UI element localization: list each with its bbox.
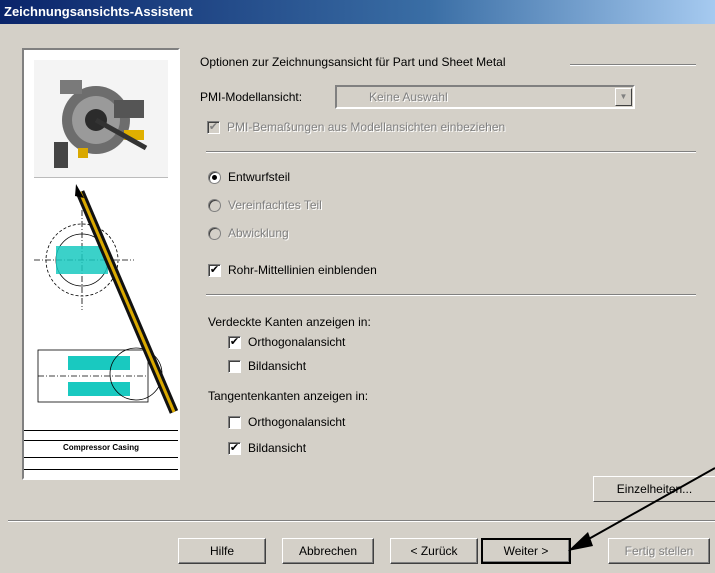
tangent-edges-pictorial-checkbox[interactable]: ✔ xyxy=(228,442,241,455)
tube-centerlines-label: Rohr-Mittellinien einblenden xyxy=(228,263,377,277)
tangent-edges-ortho-checkbox[interactable] xyxy=(228,416,241,429)
wizard-illustration: Compressor Casing xyxy=(22,48,180,480)
tangent-edges-title: Tangentenkanten anzeigen in: xyxy=(208,389,369,403)
pmi-view-value: Keine Auswahl xyxy=(369,90,448,104)
pmi-include-label: PMI-Bemaßungen aus Modellansichten einbe… xyxy=(227,120,506,134)
radio-flat-pattern-label: Abwicklung xyxy=(228,226,289,240)
separator xyxy=(206,151,696,153)
tangent-edges-ortho-label: Orthogonalansicht xyxy=(248,415,346,429)
window-title-bar: Zeichnungsansichts-Assistent xyxy=(0,0,715,24)
finish-button[interactable]: Fertig stellen xyxy=(608,538,710,564)
hidden-edges-pictorial-checkbox[interactable] xyxy=(228,360,241,373)
next-button[interactable]: Weiter > xyxy=(481,538,571,564)
tangent-edges-pictorial-label: Bildansicht xyxy=(248,441,307,455)
radio-simplified-part-label: Vereinfachtes Teil xyxy=(228,198,322,212)
pmi-view-dropdown[interactable]: Keine Auswahl ▼ xyxy=(335,85,635,109)
details-button[interactable]: Einzelheiten... xyxy=(593,476,715,502)
group-divider xyxy=(570,64,696,66)
separator xyxy=(206,294,696,296)
pmi-view-label: PMI-Modellansicht: xyxy=(200,90,303,104)
part-photo-image xyxy=(34,60,168,178)
help-button[interactable]: Hilfe xyxy=(178,538,266,564)
radio-design-part-label: Entwurfsteil xyxy=(228,170,291,184)
back-button[interactable]: < Zurück xyxy=(390,538,478,564)
hidden-edges-ortho-label: Orthogonalansicht xyxy=(248,335,346,349)
window-title: Zeichnungsansichts-Assistent xyxy=(4,4,193,19)
drawing-title-block: Compressor Casing xyxy=(24,430,178,478)
pmi-include-checkbox[interactable]: ✔ xyxy=(207,121,220,134)
cancel-button[interactable]: Abbrechen xyxy=(282,538,374,564)
radio-flat-pattern[interactable] xyxy=(208,227,221,240)
hidden-edges-title: Verdeckte Kanten anzeigen in: xyxy=(208,315,371,329)
footer-separator xyxy=(8,520,715,522)
tube-centerlines-checkbox[interactable]: ✔ xyxy=(208,264,221,277)
options-group-title: Optionen zur Zeichnungsansicht für Part … xyxy=(200,55,506,69)
chevron-down-icon[interactable]: ▼ xyxy=(615,88,632,106)
hidden-edges-ortho-checkbox[interactable]: ✔ xyxy=(228,336,241,349)
hidden-edges-pictorial-label: Bildansicht xyxy=(248,359,307,373)
radio-simplified-part[interactable] xyxy=(208,199,221,212)
drawing-sketch-image xyxy=(24,180,178,440)
title-block-name: Compressor Casing xyxy=(62,443,140,452)
radio-design-part[interactable] xyxy=(208,171,221,184)
